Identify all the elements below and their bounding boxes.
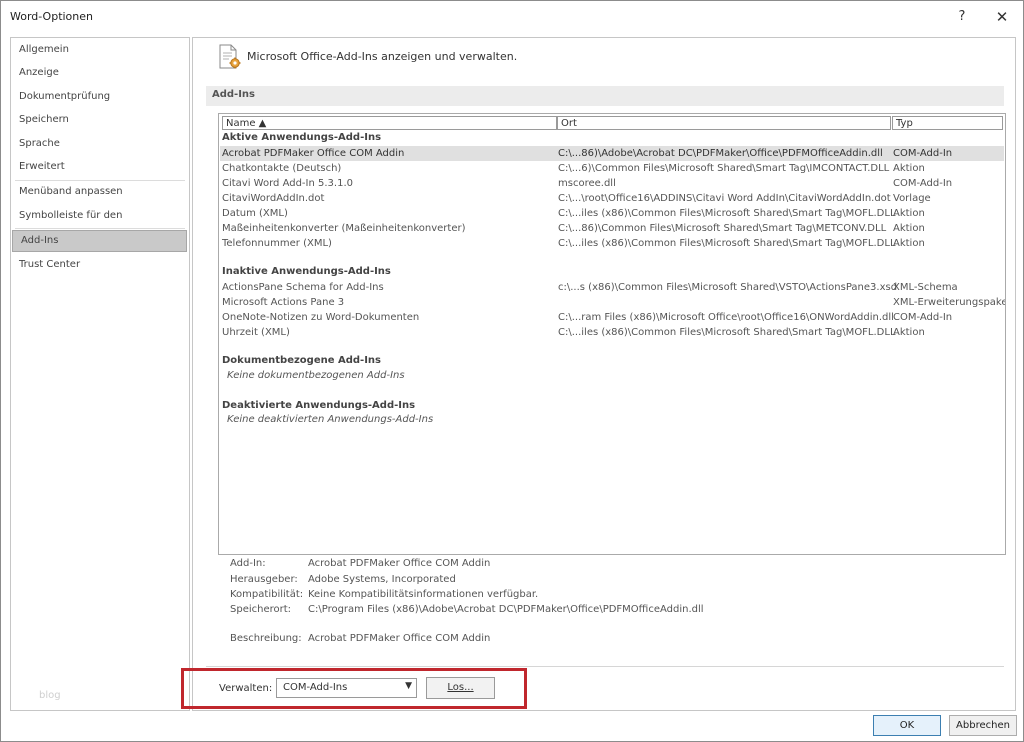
- detail-compat-value: Keine Kompatibilitätsinformationen verfü…: [308, 589, 539, 600]
- sidebar-item-sprache[interactable]: Sprache: [11, 133, 187, 155]
- detail-location-label: Speicherort:: [230, 604, 292, 615]
- cell-name: Chatkontakte (Deutsch): [222, 163, 342, 174]
- window-title: Word-Optionen: [10, 10, 93, 23]
- cell-type: XML-Schema: [893, 282, 958, 293]
- table-row[interactable]: ActionsPane Schema for Add-Ins c:\...s (x…: [220, 280, 1004, 295]
- ok-button[interactable]: OK: [873, 715, 941, 736]
- sidebar-divider: [15, 228, 185, 229]
- empty-note-document: Keine dokumentbezogenen Add-Ins: [227, 370, 405, 381]
- sidebar-item-menueband[interactable]: Menüband anpassen: [11, 181, 187, 203]
- empty-note-disabled: Keine deaktivierten Anwendungs-Add-Ins: [227, 414, 434, 425]
- detail-publisher-label: Herausgeber:: [230, 574, 298, 585]
- options-sidebar: Allgemein Anzeige Dokumentprüfung Speich…: [10, 37, 190, 711]
- cell-location: C:\...iles (x86)\Common Files\Microsoft …: [558, 327, 896, 338]
- table-row[interactable]: Telefonnummer (XML) C:\...iles (x86)\Comm…: [220, 236, 1004, 251]
- sidebar-item-trust-center[interactable]: Trust Center: [11, 254, 187, 276]
- column-header-location[interactable]: Ort: [557, 116, 891, 130]
- cell-name: Telefonnummer (XML): [222, 238, 332, 249]
- cell-name: Uhrzeit (XML): [222, 327, 290, 338]
- sidebar-item-schnellzugriff[interactable]: Symbolleiste für den Schnellzugriff: [11, 205, 187, 243]
- sidebar-footer-text: blog: [39, 690, 61, 701]
- cell-location: C:\...86)\Adobe\Acrobat DC\PDFMaker\Offi…: [558, 148, 883, 159]
- table-row[interactable]: Datum (XML) C:\...iles (x86)\Common Files…: [220, 206, 1004, 221]
- cell-name: Datum (XML): [222, 208, 288, 219]
- cell-type: Vorlage: [893, 193, 931, 204]
- detail-location-value: C:\Program Files (x86)\Adobe\Acrobat DC\…: [308, 604, 704, 615]
- cell-type: COM-Add-In: [893, 178, 953, 189]
- cell-location: C:\...\root\Office16\ADDINS\Citavi Word …: [558, 193, 891, 204]
- cell-location: mscoree.dll: [558, 178, 616, 189]
- cell-name: ActionsPane Schema for Add-Ins: [222, 282, 384, 293]
- table-row[interactable]: Chatkontakte (Deutsch) C:\...6)\Common Fi…: [220, 161, 1004, 176]
- table-row[interactable]: Uhrzeit (XML) C:\...iles (x86)\Common Fil…: [220, 325, 1004, 340]
- section-header-bar: Add-Ins: [206, 86, 1004, 106]
- sidebar-item-anzeige[interactable]: Anzeige: [11, 62, 187, 84]
- group-header-disabled: Deaktivierte Anwendungs-Add-Ins: [222, 400, 416, 411]
- group-header-document: Dokumentbezogene Add-Ins: [222, 355, 381, 366]
- group-header-inactive: Inaktive Anwendungs-Add-Ins: [222, 266, 391, 277]
- cell-location: C:\...86)\Common Files\Microsoft Shared\…: [558, 223, 887, 234]
- cell-name: OneNote-Notizen zu Word-Dokumenten: [222, 312, 420, 323]
- detail-compat-label: Kompatibilität:: [230, 589, 304, 600]
- cell-type: COM-Add-In: [893, 312, 953, 323]
- cell-location: C:\...iles (x86)\Common Files\Microsoft …: [558, 238, 896, 249]
- table-row[interactable]: Citavi Word Add-In 5.3.1.0 mscoree.dll COM…: [220, 176, 1004, 191]
- close-button[interactable]: ✕: [989, 7, 1015, 27]
- detail-description-label: Beschreibung:: [230, 633, 302, 644]
- detail-addin-value: Acrobat PDFMaker Office COM Addin: [308, 558, 491, 569]
- detail-description-value: Acrobat PDFMaker Office COM Addin: [308, 633, 491, 644]
- divider: [206, 666, 1004, 667]
- cancel-button[interactable]: Abbrechen: [949, 715, 1017, 736]
- column-header-name[interactable]: Name ▲: [222, 116, 557, 130]
- group-header-active: Aktive Anwendungs-Add-Ins: [222, 132, 382, 143]
- cell-location: C:\...ram Files (x86)\Microsoft Office\r…: [558, 312, 894, 323]
- sidebar-item-erweitert[interactable]: Erweitert: [11, 156, 187, 178]
- cell-location: C:\...iles (x86)\Common Files\Microsoft …: [558, 208, 896, 219]
- page-header-text: Microsoft Office-Add-Ins anzeigen und ve…: [247, 50, 518, 63]
- sidebar-item-dokumentpruefung[interactable]: Dokumentprüfung: [11, 86, 187, 108]
- cell-name: Maßeinheitenkonverter (Maßeinheitenkonve…: [222, 223, 466, 234]
- table-row[interactable]: Microsoft Actions Pane 3 XML-Erweiterungs…: [220, 295, 1006, 310]
- cell-name: Acrobat PDFMaker Office COM Addin: [222, 148, 405, 159]
- cell-name: Citavi Word Add-In 5.3.1.0: [222, 178, 353, 189]
- table-row[interactable]: Acrobat PDFMaker Office COM Addin C:\...8…: [220, 146, 1004, 161]
- cell-type: Aktion: [893, 238, 925, 249]
- cell-type: Aktion: [893, 163, 925, 174]
- table-row[interactable]: OneNote-Notizen zu Word-Dokumenten C:\...…: [220, 310, 1004, 325]
- highlight-annotation-box: [181, 668, 527, 709]
- detail-publisher-value: Adobe Systems, Incorporated: [308, 574, 456, 585]
- cell-location: c:\...s (x86)\Common Files\Microsoft Sha…: [558, 282, 898, 293]
- column-header-type[interactable]: Typ: [892, 116, 1003, 130]
- cell-type: Aktion: [893, 223, 925, 234]
- sidebar-item-allgemein[interactable]: Allgemein: [11, 39, 187, 61]
- title-bar: Word-Optionen ? ✕: [1, 1, 1023, 32]
- cell-type: Aktion: [893, 208, 925, 219]
- cell-location: C:\...6)\Common Files\Microsoft Shared\S…: [558, 163, 890, 174]
- sidebar-item-addins[interactable]: Add-Ins: [12, 230, 187, 252]
- cell-name: Microsoft Actions Pane 3: [222, 297, 345, 308]
- addins-list: Name ▲ Ort Typ Aktive Anwendungs-Add-Ins…: [218, 113, 1006, 555]
- detail-addin-label: Add-In:: [230, 558, 266, 569]
- section-label-addins: Add-Ins: [212, 89, 255, 100]
- sidebar-item-speichern[interactable]: Speichern: [11, 109, 187, 131]
- table-row[interactable]: Maßeinheitenkonverter (Maßeinheitenkonve…: [220, 221, 1004, 236]
- cell-type: XML-Erweiterungspaket: [893, 297, 1006, 308]
- cell-name: CitaviWordAddIn.dot: [222, 193, 325, 204]
- table-row[interactable]: CitaviWordAddIn.dot C:\...\root\Office16\…: [220, 191, 1004, 206]
- cell-type: COM-Add-In: [893, 148, 953, 159]
- help-button[interactable]: ?: [949, 7, 975, 27]
- cell-type: Aktion: [893, 327, 925, 338]
- addin-gear-icon: [219, 44, 241, 69]
